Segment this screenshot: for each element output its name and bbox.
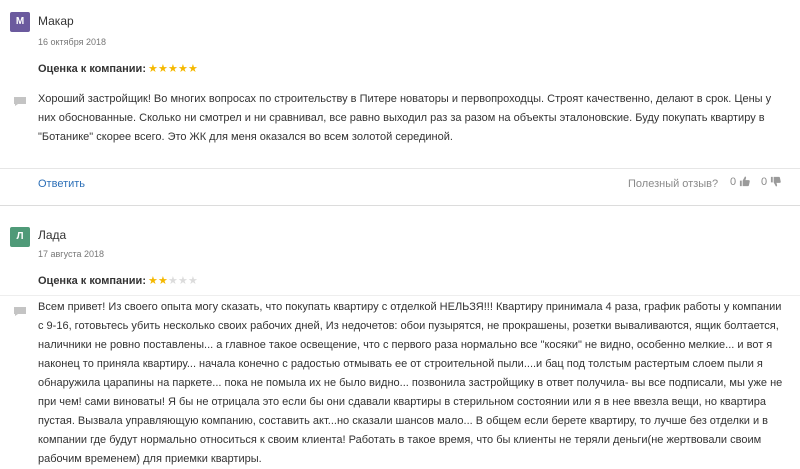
star-filled-icon: ★ (158, 275, 168, 287)
star-empty-icon: ★ (178, 275, 188, 287)
star-empty-icon: ★ (168, 275, 178, 287)
rating-stars: ★★★★★ (148, 274, 198, 288)
avatar: Л (10, 227, 30, 247)
star-filled-icon: ★ (148, 275, 158, 287)
divider (0, 295, 800, 296)
review-date: 17 августа 2018 (38, 249, 105, 259)
review-card: Л Лада 17 августа 2018 Оценка к компании… (0, 0, 800, 465)
star-empty-icon: ★ (188, 275, 198, 287)
review-author: Лада (38, 228, 67, 242)
rating-label: Оценка к компании: (38, 275, 146, 287)
review-text: Всем привет! Из своего опыта могу сказат… (38, 301, 783, 465)
comment-icon (14, 307, 26, 316)
